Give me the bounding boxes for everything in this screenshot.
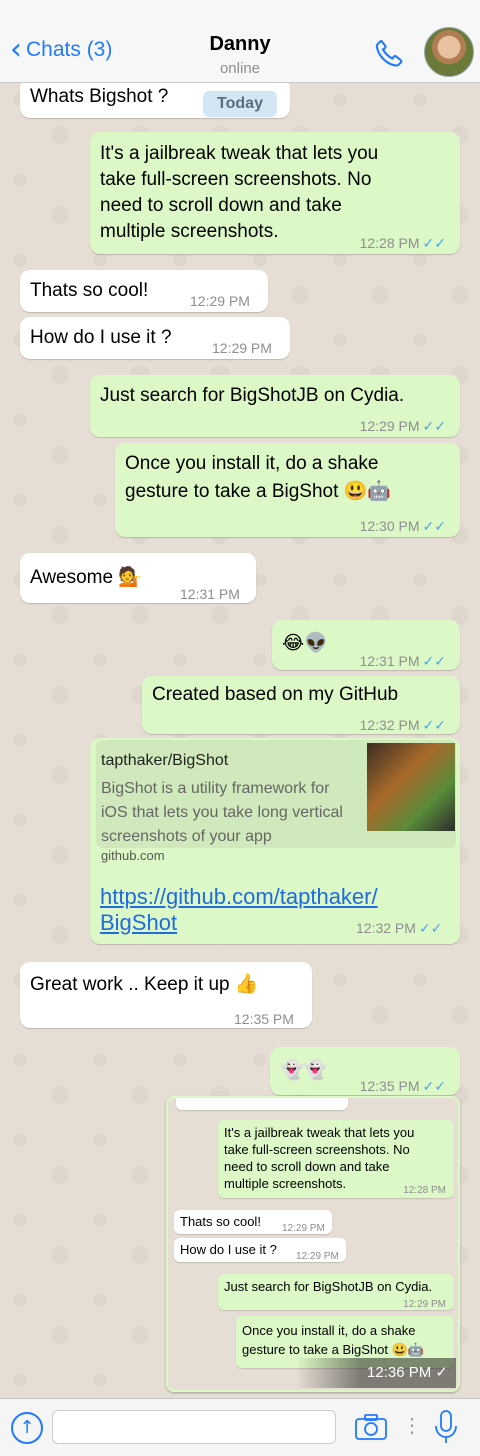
message-line: It's a jailbreak tweak that lets you — [100, 143, 379, 164]
preview-text: Thats so cool! — [180, 1214, 261, 1229]
preview-line: need to scroll down and take — [224, 1159, 390, 1174]
preview-line: multiple screenshots. — [224, 1176, 347, 1191]
camera-icon[interactable] — [354, 1412, 388, 1442]
message-time: 12:29 PM ✓✓ — [359, 418, 446, 435]
message-bubble-outgoing[interactable]: Just search for BigShotJB on Cydia. 12:2… — [90, 375, 460, 437]
message-bubble-outgoing[interactable]: Once you install it, do a shake gesture … — [115, 443, 460, 537]
read-ticks-icon: ✓✓ — [422, 718, 446, 734]
message-bubble-incoming[interactable]: How do I use it ? 12:29 PM — [20, 317, 290, 359]
message-bubble-outgoing[interactable]: Created based on my GitHub 12:32 PM ✓✓ — [142, 676, 460, 734]
message-time: 12:29 PM — [190, 293, 250, 309]
preview-line: It's a jailbreak tweak that lets you — [224, 1125, 415, 1140]
preview-time: 12:29 PM — [296, 1251, 339, 1262]
chat-header: ‹ Chats (3) Danny online — [0, 0, 480, 83]
preview-line: gesture to take a BigShot 😃🤖 — [242, 1342, 424, 1357]
link-thumbnail — [367, 743, 455, 831]
message-line: need to scroll down and take — [100, 195, 342, 216]
message-time: 12:31 PM ✓✓ — [359, 653, 446, 670]
message-bubble-outgoing[interactable]: 👻👻 12:35 PM ✓✓ — [270, 1047, 460, 1095]
message-text: Great work .. Keep it up 👍 — [30, 974, 259, 995]
message-text: Thats so cool! — [30, 280, 149, 301]
message-text: Whats Bigshot ? — [30, 86, 169, 107]
message-bubble-outgoing[interactable]: It's a jailbreak tweak that lets you tak… — [90, 132, 460, 254]
message-input-bar: ↑ ⋮ — [0, 1398, 480, 1456]
preview-line: Once you install it, do a shake — [242, 1323, 416, 1338]
read-ticks-icon: ✓✓ — [422, 519, 446, 535]
message-input[interactable] — [52, 1410, 336, 1444]
message-text: Awesome 💁 — [30, 567, 143, 588]
image-message-screenshot[interactable]: It's a jailbreak tweak that lets you tak… — [166, 1096, 460, 1392]
link-url[interactable]: https://github.com/tapthaker/ — [100, 884, 378, 910]
read-ticks-icon: ✓✓ — [418, 921, 443, 937]
message-bubble-incoming[interactable]: Thats so cool! 12:29 PM — [20, 270, 268, 312]
preview-text: Just search for BigShotJB on Cydia. — [224, 1279, 433, 1294]
phone-icon[interactable] — [372, 36, 406, 70]
preview-text: How do I use it ? — [180, 1242, 277, 1257]
link-host: github.com — [101, 848, 165, 863]
image-timestamp: 12:36 PM ✓ — [296, 1358, 456, 1388]
message-line: take full-screen screenshots. No — [100, 169, 372, 190]
message-time: 12:28 PM ✓✓ — [359, 235, 446, 252]
read-ticks-icon: ✓✓ — [422, 1079, 446, 1095]
link-title: tapthaker/BigShot — [101, 752, 229, 769]
read-ticks-icon: ✓✓ — [422, 654, 446, 670]
message-time: 12:35 PM — [234, 1011, 294, 1027]
day-badge: Today — [203, 91, 277, 117]
message-time: 12:32 PM ✓✓ — [356, 920, 443, 937]
separator-dots: ⋮ — [402, 1415, 422, 1437]
preview-bubble: It's a jailbreak tweak that lets you tak… — [218, 1120, 454, 1198]
preview-line: take full-screen screenshots. No — [224, 1142, 410, 1157]
preview-bubble — [176, 1098, 348, 1110]
message-bubble-incoming[interactable]: Awesome 💁 12:31 PM — [20, 553, 256, 603]
preview-bubble: Just search for BigShotJB on Cydia. 12:2… — [218, 1274, 454, 1310]
link-url[interactable]: BigShot — [100, 910, 177, 936]
message-line: gesture to take a BigShot 😃🤖 — [125, 481, 391, 502]
read-ticks-icon: ✓✓ — [422, 236, 446, 252]
microphone-icon[interactable] — [432, 1409, 460, 1445]
message-time: 12:31 PM — [180, 586, 240, 602]
contact-name[interactable]: Danny — [0, 33, 480, 56]
link-preview-card[interactable]: tapthaker/BigShot BigShot is a utility f… — [96, 740, 456, 848]
message-text: Just search for BigShotJB on Cydia. — [100, 385, 405, 406]
message-text: How do I use it ? — [30, 327, 172, 348]
preview-time: 12:29 PM — [403, 1299, 446, 1310]
message-bubble-outgoing[interactable]: 😂👽 12:31 PM ✓✓ — [272, 620, 460, 670]
contact-status: online — [219, 60, 261, 77]
read-ticks-icon: ✓✓ — [422, 419, 446, 435]
message-text: 😂👽 — [282, 632, 328, 654]
preview-bubble: How do I use it ? 12:29 PM — [174, 1238, 346, 1262]
contact-avatar[interactable] — [424, 27, 474, 77]
arrow-up-icon: ↑ — [19, 1417, 35, 1438]
preview-time: 12:28 PM — [403, 1185, 446, 1196]
message-line: Once you install it, do a shake — [125, 453, 379, 474]
share-button[interactable]: ↑ — [11, 1412, 43, 1444]
message-time: 12:30 PM ✓✓ — [359, 518, 446, 535]
link-description: BigShot is a utility framework for iOS t… — [101, 780, 343, 845]
message-time: 12:32 PM ✓✓ — [359, 717, 446, 734]
message-time: 12:29 PM — [212, 340, 272, 356]
preview-bubble: Thats so cool! 12:29 PM — [174, 1210, 332, 1234]
message-line: multiple screenshots. — [100, 221, 279, 242]
message-text: 👻👻 — [280, 1059, 328, 1081]
preview-time: 12:29 PM — [282, 1223, 325, 1234]
message-bubble-incoming[interactable]: Great work .. Keep it up 👍 12:35 PM — [20, 962, 312, 1028]
message-text: Created based on my GitHub — [152, 684, 399, 705]
